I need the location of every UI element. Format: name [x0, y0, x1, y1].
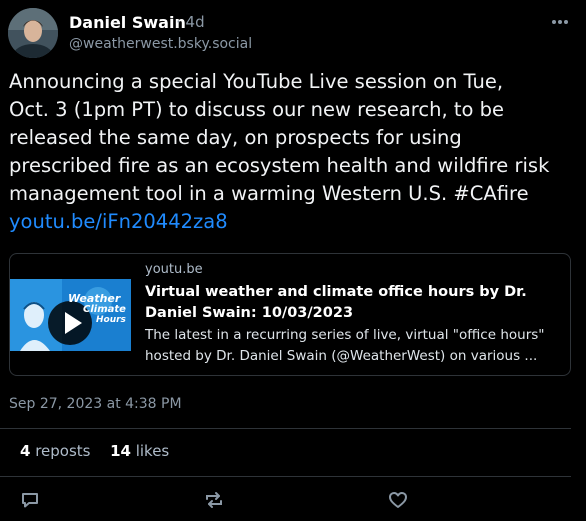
post: Daniel Swain · 4d @weatherwest.bsky.soci… — [0, 0, 586, 521]
card-description-line: hosted by Dr. Daniel Swain (@WeatherWest… — [145, 348, 538, 364]
post-link[interactable]: youtu.be/iFn20442za8 — [9, 208, 574, 236]
reposts-stat[interactable]: 4 reposts — [20, 442, 91, 460]
post-text-line: released the same day, on prospects for … — [9, 126, 462, 149]
likes-count: 14 — [110, 442, 131, 460]
reposts-label: reposts — [35, 442, 91, 460]
card-title: Virtual weather and climate office hours… — [145, 282, 555, 324]
post-timestamp: Sep 27, 2023 at 4:38 PM — [9, 396, 182, 412]
post-text-line: prescribed fire as an ecosystem health a… — [9, 154, 550, 177]
divider — [0, 428, 571, 429]
card-title-line: Daniel Swain: 10/03/2023 — [145, 305, 354, 321]
card-domain: youtu.be — [145, 262, 203, 277]
card-description-line: The latest in a recurring series of live… — [145, 327, 545, 343]
heart-icon[interactable] — [388, 490, 408, 510]
likes-label: likes — [135, 442, 170, 460]
divider — [0, 476, 571, 477]
reply-icon[interactable] — [20, 490, 40, 510]
post-age[interactable]: · 4d — [176, 13, 205, 31]
author-name[interactable]: Daniel Swain — [69, 13, 186, 32]
reposts-count: 4 — [20, 442, 31, 460]
more-options-icon[interactable] — [551, 12, 569, 32]
likes-stat[interactable]: 14 likes — [110, 442, 169, 460]
link-preview-card[interactable]: Weather Climate Hours youtu.be Virtual w… — [9, 253, 571, 376]
post-text-line: Announcing a special YouTube Live sessio… — [9, 70, 504, 93]
card-title-line: Virtual weather and climate office hours… — [145, 284, 527, 300]
thumbnail-caption: Weather — [68, 292, 121, 305]
author-handle[interactable]: @weatherwest.bsky.social — [69, 36, 252, 52]
repost-icon[interactable] — [203, 490, 225, 510]
thumbnail-caption: Climate — [83, 304, 126, 315]
video-thumbnail[interactable]: Weather Climate Hours — [10, 279, 131, 351]
post-text-line: Oct. 3 (1pm PT) to discuss our new resea… — [9, 98, 505, 121]
card-description: The latest in a recurring series of live… — [145, 325, 560, 367]
thumbnail-caption: Hours — [96, 315, 126, 325]
avatar[interactable] — [8, 8, 58, 58]
post-text-line: management tool in a warming Western U.S… — [9, 182, 529, 205]
post-stats: 4 reposts 14 likes — [20, 442, 169, 460]
post-text: Announcing a special YouTube Live sessio… — [9, 68, 574, 236]
